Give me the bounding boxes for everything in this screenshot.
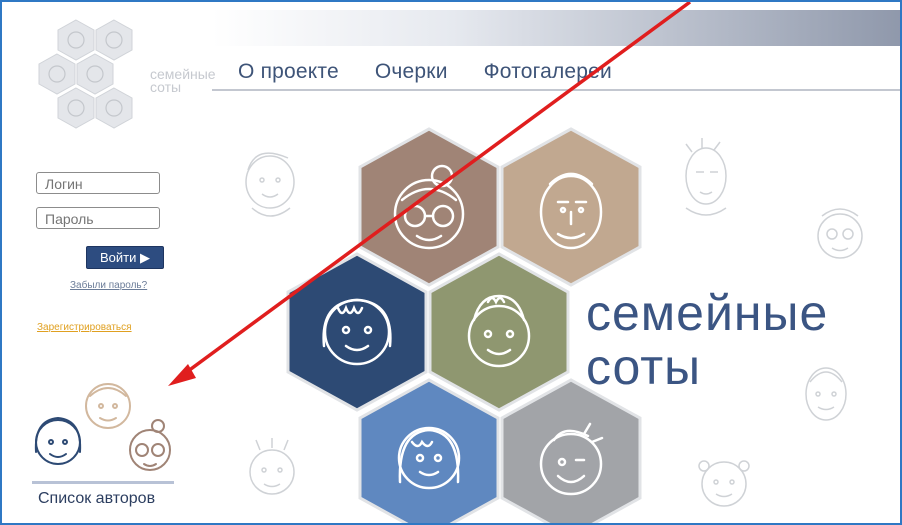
hex-grandma	[358, 127, 500, 287]
author-grandma-icon	[129, 419, 171, 471]
hero-title: семейные соты	[586, 286, 828, 394]
hero-title-line-1: семейные	[586, 285, 829, 341]
hero-title-line-2: соты	[586, 339, 702, 395]
hex-mother	[286, 252, 428, 412]
password-field[interactable]	[36, 207, 160, 229]
page-frame: семейные соты О проекте Очерки Фотогалер…	[0, 0, 902, 525]
author-grandpa-icon	[85, 383, 131, 429]
authors-illustration-icon	[34, 383, 171, 471]
author-mother-icon	[34, 416, 82, 465]
register-link[interactable]: Зарегистрироваться	[37, 322, 132, 333]
hex-father	[428, 252, 570, 412]
login-button-label: Войти ▶	[100, 249, 150, 265]
authors-divider	[32, 481, 174, 484]
doodle-face-left-icon	[245, 152, 295, 217]
login-field[interactable]	[36, 172, 160, 194]
hex-grandpa	[500, 127, 642, 287]
doodle-face-bottom-right-icon	[698, 460, 750, 507]
login-button[interactable]: Войти ▶	[86, 246, 164, 269]
forgot-password-link[interactable]: Забыли пароль?	[70, 280, 147, 291]
doodle-face-top-right-icon	[685, 138, 727, 216]
doodle-face-bottom-left-icon	[249, 438, 295, 495]
authors-list-link[interactable]: Список авторов	[38, 490, 155, 508]
doodle-face-right-icon	[817, 208, 863, 259]
hex-girl	[358, 378, 500, 523]
hex-boy	[500, 378, 642, 523]
